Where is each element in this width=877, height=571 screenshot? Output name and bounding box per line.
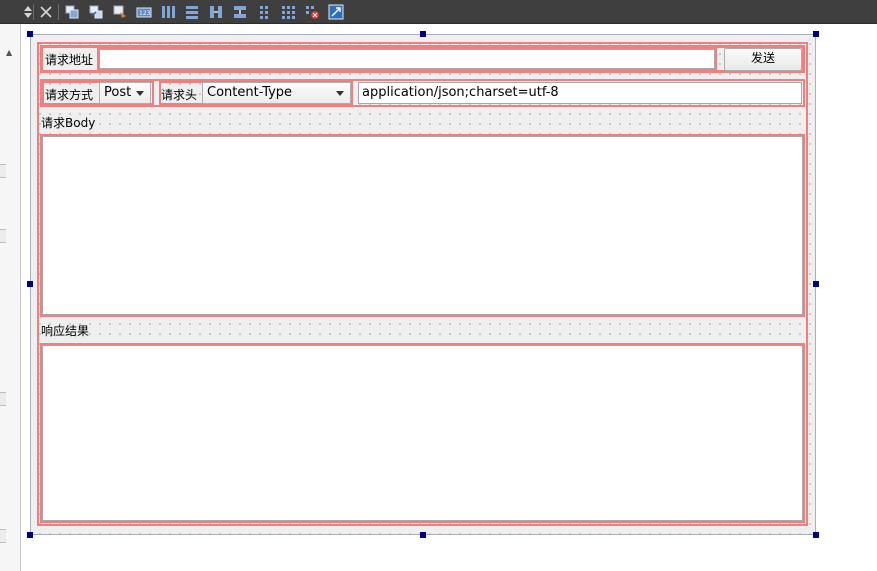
toolbar-separator xyxy=(58,4,59,20)
chevron-down-icon xyxy=(336,91,344,96)
dock-marker xyxy=(0,229,6,243)
header-name-value: Content-Type xyxy=(207,85,293,100)
url-input[interactable] xyxy=(99,49,715,69)
url-label: 请求地址 xyxy=(45,53,94,67)
chevron-down-icon xyxy=(136,91,144,96)
request-body-textarea[interactable] xyxy=(42,136,803,315)
header-value-input[interactable]: application/json;charset=utf-8 xyxy=(358,82,802,104)
lay-out-horizontal-splitter-icon[interactable] xyxy=(208,4,224,20)
dock-marker xyxy=(0,392,6,406)
lay-out-form-icon[interactable] xyxy=(256,4,272,20)
close-icon[interactable] xyxy=(38,4,54,20)
header-name-combobox[interactable]: Content-Type xyxy=(202,82,351,104)
header-label: 请求头 xyxy=(161,88,198,102)
lay-out-horizontally-icon[interactable] xyxy=(160,4,176,20)
lay-out-grid-icon[interactable] xyxy=(280,4,296,20)
resize-handle-top[interactable] xyxy=(420,31,426,37)
response-textarea[interactable] xyxy=(42,345,803,521)
resize-handle-bottom-right[interactable] xyxy=(813,532,819,538)
resize-handle-bottom-left[interactable] xyxy=(27,532,33,538)
resize-handle-bottom[interactable] xyxy=(420,532,426,538)
scroll-up-arrow-icon[interactable]: ▲ xyxy=(6,48,12,57)
form-canvas[interactable]: 请求地址 发送 请求方式 Post 请求头 Content-Type appli… xyxy=(30,34,816,535)
lay-out-vertical-splitter-icon[interactable] xyxy=(232,4,248,20)
request-body-title: 请求Body xyxy=(41,116,96,130)
svg-text:123: 123 xyxy=(139,10,151,17)
resize-handle-right[interactable] xyxy=(813,281,819,287)
left-dock-panel: ▲ xyxy=(0,24,21,571)
toolbar-separator xyxy=(33,4,34,20)
resize-handle-left[interactable] xyxy=(27,281,33,287)
resize-handle-top-right[interactable] xyxy=(813,31,819,37)
method-value: Post xyxy=(104,85,132,100)
method-label: 请求方式 xyxy=(45,88,94,102)
lay-out-vertically-icon[interactable] xyxy=(184,4,200,20)
resize-handle-top-left[interactable] xyxy=(27,31,33,37)
response-title: 响应结果 xyxy=(41,324,90,338)
break-layout-icon[interactable] xyxy=(304,4,320,20)
send-button[interactable]: 发送 xyxy=(724,48,802,71)
dock-marker xyxy=(0,164,6,178)
designer-toolbar: 123 xyxy=(0,0,877,24)
edit-signals-slots-icon[interactable] xyxy=(88,4,104,20)
edit-buddies-icon[interactable] xyxy=(112,4,128,20)
dock-marker xyxy=(0,529,6,543)
adjust-size-icon[interactable] xyxy=(328,4,344,20)
method-combobox[interactable]: Post xyxy=(99,82,151,104)
edit-widgets-icon[interactable] xyxy=(64,4,80,20)
edit-tab-order-icon[interactable]: 123 xyxy=(136,4,152,20)
